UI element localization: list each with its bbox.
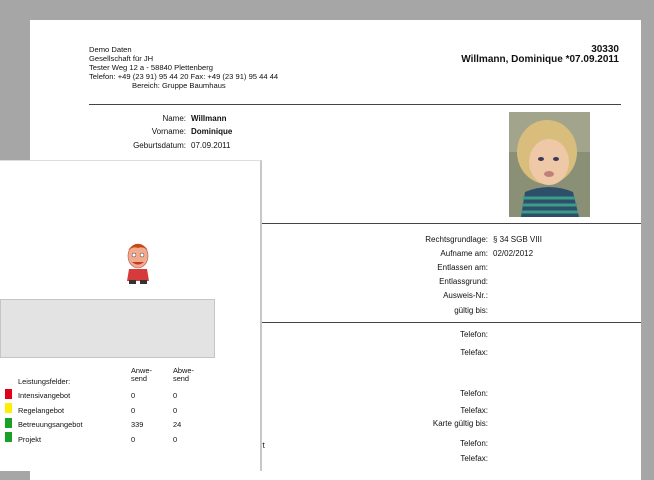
area-line: Bereich: Gruppe Baumhaus [132,81,619,90]
karte-label: Karte gültig bis: [432,419,488,428]
services-header: Leistungsfelder: [18,377,71,386]
gueltig-label: gültig bis: [454,306,488,315]
abwesend-value: 0 [173,391,178,400]
letterhead: Demo Daten Gesellschaft für JH Tester We… [89,44,619,91]
aufname-label: Aufname am: [440,249,488,258]
entlassen-label: Entlassen am: [437,263,488,272]
abwesend-header: Abwe- send [173,366,194,383]
services-sheet: Leistungsfelder: Anwe- send Abwe- send I… [0,160,262,471]
org-name: Demo Daten [89,45,132,54]
client-number: 30330 [591,44,619,55]
divider-line [260,223,641,224]
telefon-label: Telefon: [459,330,488,339]
aufname-value: 02/02/2012 [493,249,534,258]
status-color-square [5,418,12,428]
abwesend-value: 24 [173,420,182,429]
abwesend-value: 0 [173,406,178,415]
entlassgrund-label: Entlassgrund: [439,277,488,286]
telefax-label: Telefax: [460,348,488,357]
status-color-square [5,389,12,399]
service-label: Intensivangebot [18,391,71,400]
status-color-square [5,432,12,442]
telefax-label: Telefax: [460,406,488,415]
telefon-label: Telefon: [459,439,488,448]
birthdate-label: Geburtsdatum: [133,141,186,150]
name-value: Willmann [191,114,227,123]
rechtsgrundlage-value: § 34 SGB VIII [493,235,542,244]
anwesend-value: 0 [131,391,136,400]
area-value: Gruppe Baumhaus [161,81,226,90]
anwesend-value: 0 [131,435,136,444]
anwesend-value: 0 [131,406,136,415]
org-phone-fax: Telefon: +49 (23 91) 95 44 20 Fax: +49 (… [89,72,279,81]
ausweis-label: Ausweis-Nr.: [443,291,488,300]
anwesend-value: 339 [131,420,144,429]
vorname-label: Vorname: [151,127,186,136]
child-photo [509,112,590,217]
abwesend-value: 0 [173,435,178,444]
birthdate-value: 07.09.2011 [191,141,231,150]
divider-line [89,104,621,105]
client-name-dob: Willmann, Dominique *07.09.2011 [461,54,619,65]
service-label: Betreuungsangebot [18,420,83,429]
telefon-label: Telefon: [459,389,488,398]
mascot-icon [118,236,158,291]
status-color-square [5,403,12,413]
rechtsgrundlage-label: Rechtsgrundlage: [425,235,488,244]
vorname-value: Dominique [191,127,233,136]
service-label: Projekt [18,435,42,444]
divider-line [260,322,641,323]
service-label: Regelangebot [18,406,65,415]
info-box [0,299,215,358]
area-label: Bereich: [132,81,160,90]
anwesend-header: Anwe- send [131,366,152,383]
name-label: Name: [162,114,186,123]
